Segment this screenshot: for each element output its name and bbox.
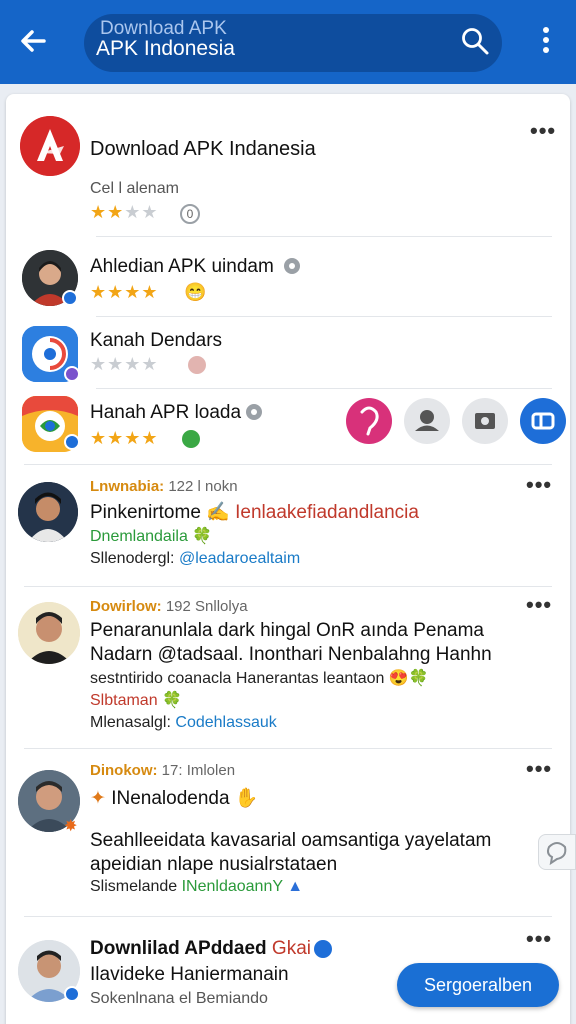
app-bar: Download APK APK Indonesia: [0, 0, 576, 84]
image-action-button[interactable]: [462, 398, 508, 444]
more-options-icon[interactable]: •••: [530, 118, 556, 144]
app-logo-icon: [20, 116, 80, 176]
post-item[interactable]: Dowirlow: 192 Snllolya ••• Penaranunlala…: [12, 592, 564, 744]
divider: [24, 586, 552, 587]
verified-icon: [64, 434, 80, 450]
app-result-item[interactable]: Ahledian APK uindam ★★★★ 😁: [12, 244, 564, 316]
app-title: Ahledian APK uindam: [90, 256, 274, 277]
avatar: [18, 602, 80, 664]
rating-stars: ★★★★: [90, 282, 159, 302]
app-result-item[interactable]: Kanah Dendars ★★★★: [12, 322, 564, 386]
divider: [24, 464, 552, 465]
post-body-line: Seahlleeidata kavasarial oamsantiga yaye…: [90, 830, 492, 851]
post-body-line: Slbtaman 🍀: [90, 692, 182, 709]
verified-icon: [62, 290, 78, 306]
more-options-icon[interactable]: •••: [526, 926, 552, 952]
search-icon[interactable]: [460, 26, 490, 56]
settings-icon: [246, 404, 262, 420]
app-title: Kanah Dendars: [90, 330, 223, 351]
app-result-item[interactable]: Hanah APR loada ★★★★: [12, 394, 566, 464]
post-mention: Mlenasalgl: Codehlassauk: [90, 714, 277, 731]
app-subtitle: Cel l alenam: [90, 180, 179, 197]
post-mention: Sllenodergl: @leadaroealtaim: [90, 550, 301, 567]
app-result-item[interactable]: Download APK Indanesia ••• Cel l alenam …: [12, 108, 564, 236]
app-title: Download APK Indanesia: [90, 138, 316, 160]
open-action-button[interactable]: [520, 398, 566, 444]
post-item[interactable]: Lnwnabia: 122 l nokn ••• Pinkenirtome ✍ …: [12, 472, 564, 582]
divider: [96, 388, 552, 389]
divider: [96, 236, 552, 237]
post-body-line: Penaranunlala dark hingal OnR aında Pena…: [90, 620, 484, 641]
post-meta: Lnwnabia: 122 l nokn: [90, 478, 238, 495]
search-field[interactable]: Download APK APK Indonesia: [84, 14, 502, 72]
divider: [96, 316, 552, 317]
info-badge: 0: [180, 204, 200, 224]
post-body-line: apeidian nlape nusialrstataen: [90, 854, 338, 875]
settings-icon: [284, 258, 300, 274]
verified-icon: [314, 940, 332, 958]
rating-stars: ★★★★: [90, 354, 159, 374]
chat-icon: [188, 356, 206, 374]
post-meta: Dinokow: 17: Imlolen: [90, 762, 236, 779]
post-item[interactable]: ✸ Dinokow: 17: Imlolen ••• ✦ INenalodend…: [12, 756, 564, 908]
emoji-icon: 😁: [184, 282, 207, 302]
verified-icon: [64, 986, 80, 1002]
post-headline: Pinkenirtome ✍ Ienlaakefiadandlancia: [90, 502, 419, 523]
post-body-line: sestntirido coanacla Hanerantas leantaon…: [90, 670, 429, 687]
open-icon: [531, 412, 555, 430]
badge-icon: [64, 366, 80, 382]
divider: [24, 916, 552, 917]
post-meta: Dowirlow: 192 Snllolya: [90, 598, 248, 615]
post-body-line: Ilavideke Haniermanain: [90, 964, 289, 985]
primary-action-button[interactable]: Sergoeralben: [397, 963, 559, 1007]
post-tagline: Dnemlandaila 🍀: [90, 528, 213, 545]
avatar: [18, 482, 78, 542]
rating-stars: ★★★★: [90, 202, 159, 222]
post-headline: ✦ INenalodenda ✋: [90, 788, 259, 809]
post-mention: Slismelande INenldaoannY ▲: [90, 878, 304, 895]
app-title: Hanah APR loada: [90, 402, 242, 423]
user-icon: [415, 410, 439, 431]
green-badge-icon: [182, 430, 200, 448]
rating-stars: ★★★★: [90, 428, 159, 448]
feedback-tab[interactable]: [538, 834, 576, 870]
more-options-icon[interactable]: •••: [526, 472, 552, 498]
results-sheet: Download APK Indanesia ••• Cel l alenam …: [6, 94, 570, 1024]
overflow-menu-icon[interactable]: [532, 22, 560, 58]
chat-bubble-icon: [547, 842, 567, 866]
more-options-icon[interactable]: •••: [526, 756, 552, 782]
divider: [24, 748, 552, 749]
arrow-left-icon: [21, 30, 46, 52]
post-body-line: Nadarn @tadsaal. Inonthari Nenbalahng Ha…: [90, 644, 492, 665]
heart-action-button[interactable]: [346, 398, 392, 444]
user-action-button[interactable]: [404, 398, 450, 444]
share-icon: [360, 406, 379, 436]
image-icon: [475, 413, 495, 429]
post-body-line: Sokenlnana el Bemiando: [90, 990, 268, 1007]
search-query[interactable]: APK Indonesia: [96, 37, 235, 61]
back-button[interactable]: [14, 22, 52, 60]
emoji-icon: ✸: [64, 818, 78, 835]
post-title: Downlilad APddaed Gkai: [90, 938, 311, 959]
more-options-icon[interactable]: •••: [526, 592, 552, 618]
